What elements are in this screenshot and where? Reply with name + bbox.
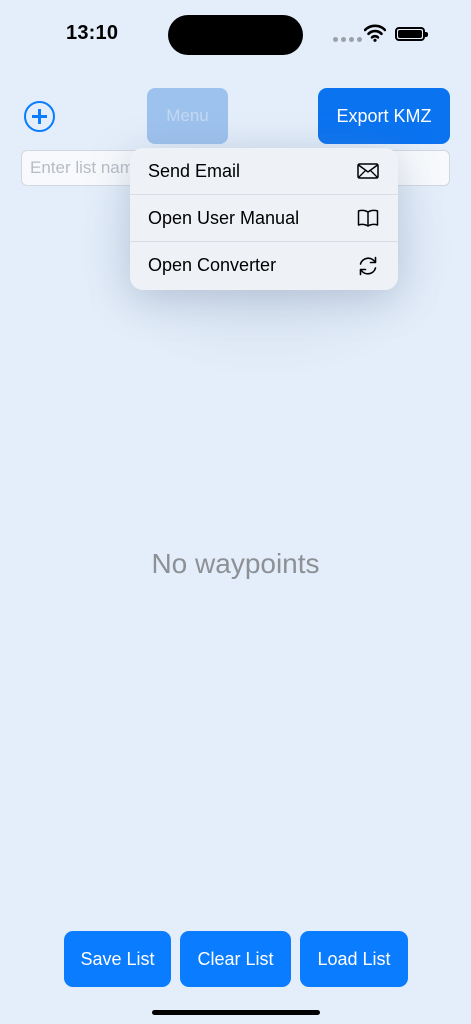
load-list-button[interactable]: Load List [300,931,408,987]
battery-icon [395,27,428,41]
status-bar: 13:10 [0,0,471,70]
export-kmz-button[interactable]: Export KMZ [318,88,450,144]
book-icon [357,209,379,227]
add-waypoint-button[interactable] [24,101,55,132]
menu-item-open-converter[interactable]: Open Converter [130,242,398,289]
clear-list-button[interactable]: Clear List [180,931,291,987]
wifi-icon [364,24,386,42]
menu-item-label: Send Email [148,160,241,181]
menu-item-open-user-manual[interactable]: Open User Manual [130,195,398,242]
dynamic-island [168,15,303,55]
empty-waypoints-message: No waypoints [151,548,320,579]
menu-item-label: Open Converter [148,255,277,275]
status-time: 13:10 [66,22,119,44]
menu-button[interactable]: Menu [147,88,228,144]
envelope-icon [357,163,379,179]
refresh-icon [359,256,377,275]
menu-item-send-email[interactable]: Send Email [130,148,398,195]
home-indicator [152,1010,320,1015]
menu-popup: Send Email Open User Manual Open Convert… [130,148,398,290]
save-list-button[interactable]: Save List [64,931,171,987]
bottom-action-bar: Save List Clear List Load List [64,931,408,987]
cellular-signal-icon [333,37,362,42]
menu-item-label: Open User Manual [148,207,300,228]
